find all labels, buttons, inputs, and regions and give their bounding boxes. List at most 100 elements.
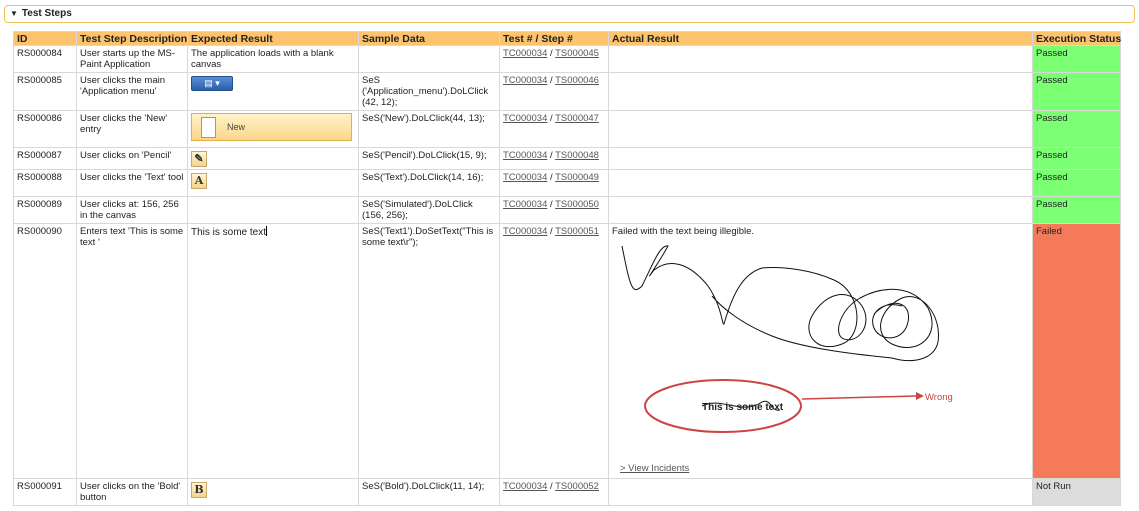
- sample-data: SeS('New').DoLClick(44, 13);: [358, 110, 500, 148]
- scribble-loop-2: [872, 302, 909, 339]
- step-description: User clicks the 'New' entry: [76, 110, 188, 148]
- table-header-row: ID Test Step Description Expected Result…: [13, 31, 1121, 46]
- status-badge: Passed: [1032, 45, 1121, 73]
- test-steps-panel-header[interactable]: ▼ Test Steps: [4, 5, 1135, 23]
- status-badge: Passed: [1032, 72, 1121, 111]
- wrong-annotation-label: Wrong: [925, 392, 953, 403]
- step-link[interactable]: TS000050: [555, 199, 599, 210]
- step-id: RS000084: [13, 45, 77, 73]
- column-header-description[interactable]: Test Step Description: [76, 31, 188, 46]
- table-row: RS000090 Enters text 'This is some text …: [13, 223, 1121, 479]
- table-row: RS000086 User clicks the 'New' entry New…: [13, 110, 1121, 148]
- step-description: User clicks the 'Text' tool: [76, 169, 188, 197]
- step-link[interactable]: TS000045: [555, 48, 599, 59]
- test-step-links: TC000034 / TS000052: [499, 478, 609, 506]
- column-header-actual[interactable]: Actual Result: [608, 31, 1033, 46]
- scribble-stroke: [621, 245, 939, 362]
- actual-result: [608, 169, 1033, 197]
- table-row: RS000089 User clicks at: 156, 256 in the…: [13, 196, 1121, 224]
- step-link[interactable]: TS000051: [555, 226, 599, 237]
- actual-result: [608, 196, 1033, 224]
- actual-result: [608, 110, 1033, 148]
- expected-result: ✎: [187, 147, 359, 170]
- actual-result: Failed with the text being illegible. Th…: [608, 223, 1033, 479]
- test-step-links: TC000034 / TS000047: [499, 110, 609, 148]
- text-tool-icon: A: [191, 173, 207, 189]
- bold-icon: B: [191, 482, 207, 498]
- table-row: RS000091 User clicks on the 'Bold' butto…: [13, 478, 1121, 506]
- expected-result: A: [187, 169, 359, 197]
- test-link[interactable]: TC000034: [503, 150, 547, 161]
- step-id: RS000090: [13, 223, 77, 479]
- test-link[interactable]: TC000034: [503, 481, 547, 492]
- test-link[interactable]: TC000034: [503, 172, 547, 183]
- table-row: RS000084 User starts up the MS-Paint App…: [13, 45, 1121, 73]
- step-id: RS000085: [13, 72, 77, 111]
- step-link[interactable]: TS000047: [555, 113, 599, 124]
- test-step-links: TC000034 / TS000049: [499, 169, 609, 197]
- actual-result: [608, 45, 1033, 73]
- status-badge: Passed: [1032, 147, 1121, 170]
- sample-data: SeS('Text1').DoSetText("This is some tex…: [358, 223, 500, 479]
- illegible-scribble-screenshot: [621, 245, 939, 433]
- column-header-expected[interactable]: Expected Result: [187, 31, 359, 46]
- test-link[interactable]: TC000034: [503, 226, 547, 237]
- test-link[interactable]: TC000034: [503, 199, 547, 210]
- pencil-icon: ✎: [191, 151, 207, 167]
- test-link[interactable]: TC000034: [503, 113, 547, 124]
- collapse-triangle-icon[interactable]: ▼: [10, 6, 18, 22]
- step-id: RS000088: [13, 169, 77, 197]
- step-description: User starts up the MS-Paint Application: [76, 45, 188, 73]
- expected-result: [187, 196, 359, 224]
- step-description: User clicks on 'Pencil': [76, 147, 188, 170]
- step-link[interactable]: TS000048: [555, 150, 599, 161]
- text-caret: [266, 226, 268, 236]
- expected-result: The application loads with a blank canva…: [187, 45, 359, 73]
- expected-result: This is some text: [187, 223, 359, 479]
- step-id: RS000087: [13, 147, 77, 170]
- illegible-text: This is some text: [702, 402, 784, 413]
- step-description: User clicks at: 156, 256 in the canvas: [76, 196, 188, 224]
- view-incidents-link[interactable]: > View Incidents: [620, 463, 689, 474]
- application-menu-icon: ▤ ▾: [191, 76, 233, 91]
- step-link[interactable]: TS000049: [555, 172, 599, 183]
- new-entry-label: New: [227, 122, 246, 132]
- test-step-links: TC000034 / TS000048: [499, 147, 609, 170]
- test-link[interactable]: TC000034: [503, 75, 547, 86]
- column-header-sample[interactable]: Sample Data: [358, 31, 500, 46]
- test-steps-table: ID Test Step Description Expected Result…: [13, 31, 1121, 506]
- actual-result: [608, 147, 1033, 170]
- test-step-links: TC000034 / TS000050: [499, 196, 609, 224]
- sample-data: SeS('Text').DoLClick(14, 16);: [358, 169, 500, 197]
- table-row: RS000088 User clicks the 'Text' tool A S…: [13, 169, 1121, 197]
- test-step-links: TC000034 / TS000051: [499, 223, 609, 479]
- test-step-links: TC000034 / TS000045: [499, 45, 609, 73]
- expected-result: New: [187, 110, 359, 148]
- actual-result-content: Failed with the text being illegible. Th…: [612, 226, 1029, 476]
- column-header-test-step[interactable]: Test # / Step #: [499, 31, 609, 46]
- sample-data: [358, 45, 500, 73]
- column-header-status[interactable]: Execution Status: [1032, 31, 1121, 46]
- table-row: RS000087 User clicks on 'Pencil' ✎ SeS('…: [13, 147, 1121, 170]
- step-id: RS000086: [13, 110, 77, 148]
- step-link[interactable]: TS000046: [555, 75, 599, 86]
- step-id: RS000089: [13, 196, 77, 224]
- step-description: User clicks the main 'Application menu': [76, 72, 188, 111]
- expected-result: ▤ ▾: [187, 72, 359, 111]
- test-step-links: TC000034 / TS000046: [499, 72, 609, 111]
- actual-result: [608, 72, 1033, 111]
- expected-result: B: [187, 478, 359, 506]
- column-header-id[interactable]: ID: [13, 31, 77, 46]
- step-description: Enters text 'This is some text ': [76, 223, 188, 479]
- status-badge: Passed: [1032, 196, 1121, 224]
- table-row: RS000085 User clicks the main 'Applicati…: [13, 72, 1121, 111]
- sample-data: SeS('Bold').DoLClick(11, 14);: [358, 478, 500, 506]
- status-badge: Passed: [1032, 169, 1121, 197]
- status-badge: Passed: [1032, 110, 1121, 148]
- test-link[interactable]: TC000034: [503, 48, 547, 59]
- wrong-arrow-line: [801, 395, 917, 400]
- step-link[interactable]: TS000052: [555, 481, 599, 492]
- expected-typed-text: This is some text: [191, 227, 267, 238]
- status-badge: Failed: [1032, 223, 1121, 479]
- step-id: RS000091: [13, 478, 77, 506]
